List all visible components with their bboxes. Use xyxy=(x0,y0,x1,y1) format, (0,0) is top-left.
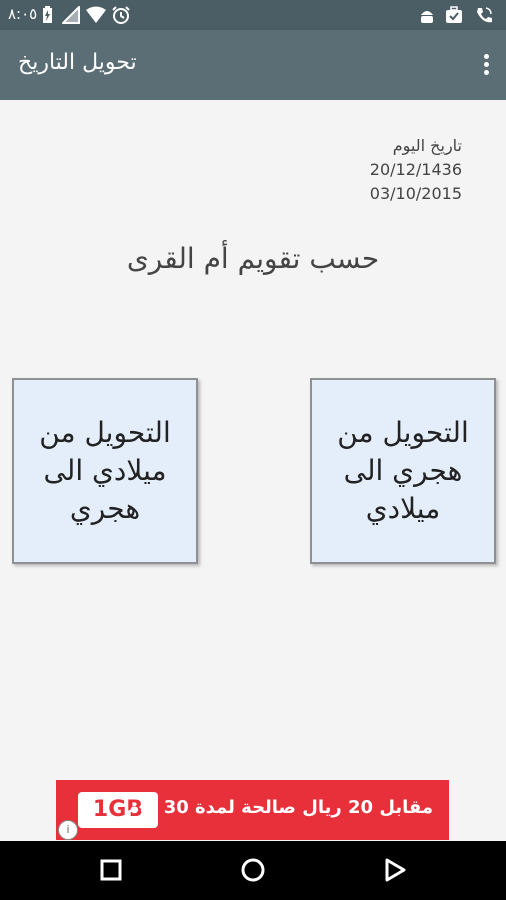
recents-square-icon[interactable] xyxy=(98,857,124,883)
ad-banner[interactable]: 1GB مقابل 20 ريال صالحة لمدة 30 يوم xyxy=(56,780,449,840)
today-label: تاريخ اليوم xyxy=(392,136,462,155)
nav-bar xyxy=(0,841,506,900)
alarm-icon xyxy=(112,6,130,24)
more-vertical-icon[interactable] xyxy=(482,54,490,78)
android-icon xyxy=(418,6,436,24)
ad-text: مقابل 20 ريال صالحة لمدة 30 يوم xyxy=(126,797,433,818)
calendar-note: حسب تقويم أم القرى xyxy=(126,242,380,275)
hijri-to-greg-button[interactable]: التحويل من هجري الى ميلادي xyxy=(310,378,496,564)
back-triangle-icon[interactable] xyxy=(382,857,408,883)
wifi-icon xyxy=(86,6,106,24)
today-gregorian-date: 03/10/2015 xyxy=(369,184,462,203)
status-bar: ٨:٠٥ xyxy=(0,0,506,30)
battery-charging-icon xyxy=(38,6,56,24)
app-title: تحويل التاريخ xyxy=(18,50,137,75)
signal-icon xyxy=(60,4,80,24)
phone-call-icon xyxy=(475,6,493,24)
main-content: تاريخ اليوم 20/12/1436 03/10/2015 حسب تق… xyxy=(0,100,506,841)
home-circle-icon[interactable] xyxy=(240,857,266,883)
briefcase-check-icon xyxy=(445,6,463,24)
greg-to-hijri-button[interactable]: التحويل من ميلادي الى هجري xyxy=(12,378,198,564)
info-icon[interactable]: i xyxy=(58,820,78,840)
app-bar: تحويل التاريخ xyxy=(0,30,506,100)
today-date-block: تاريخ اليوم 20/12/1436 03/10/2015 xyxy=(370,134,462,206)
today-hijri-date: 20/12/1436 xyxy=(369,160,462,179)
status-time: ٨:٠٥ xyxy=(8,5,38,23)
